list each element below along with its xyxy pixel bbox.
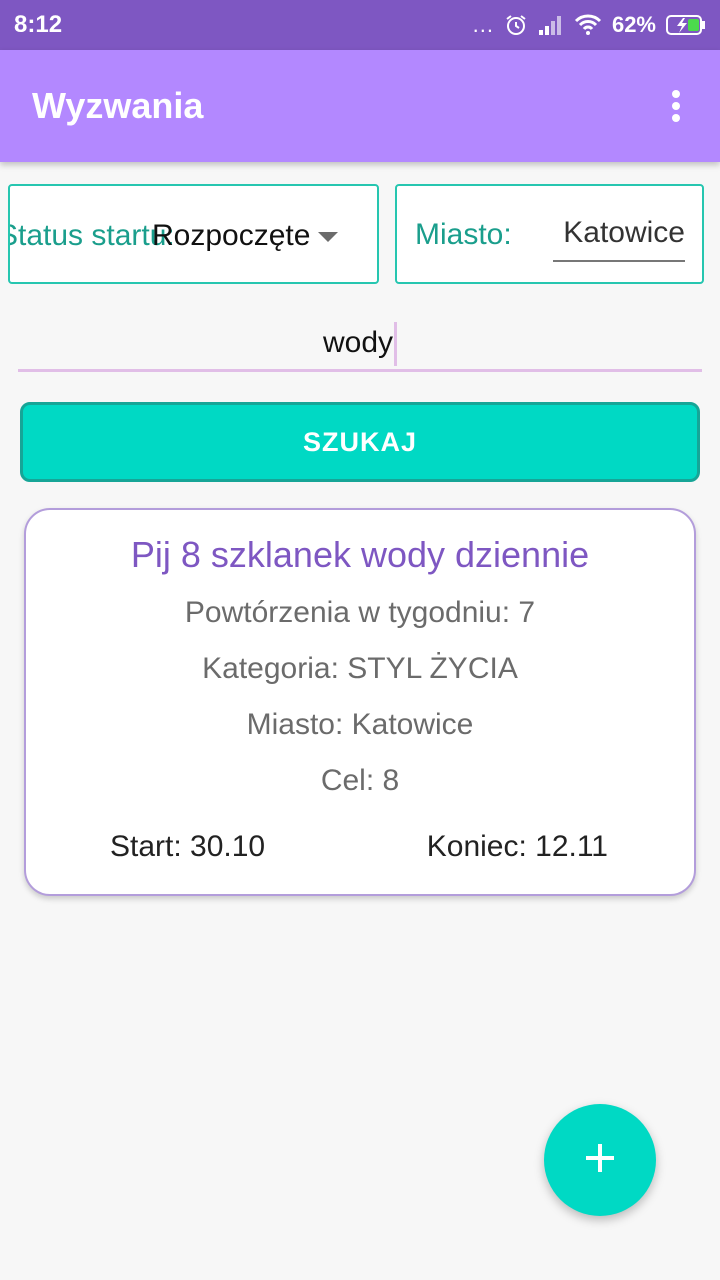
challenge-start-date: Start: 30.10 [110, 830, 266, 863]
dropdown-arrow-icon[interactable] [318, 232, 338, 242]
status-filter-spinner[interactable]: Status startu: Rozpoczęte [8, 184, 379, 284]
challenge-city: Miasto: Katowice [246, 708, 474, 741]
more-vert-icon[interactable] [664, 86, 688, 126]
search-button[interactable]: SZUKAJ [20, 402, 700, 482]
signal-icon [538, 14, 564, 36]
battery-charging-icon [666, 14, 706, 36]
city-filter: Miasto: Katowice [395, 184, 704, 284]
plus-icon [584, 1142, 616, 1179]
search-input[interactable]: wody [18, 318, 702, 372]
challenge-category: Kategoria: STYL ŻYCIA [202, 652, 518, 685]
notification-dots: ... [472, 12, 494, 37]
challenge-repeats: Powtórzenia w tygodniu: 7 [184, 596, 536, 629]
challenge-end-date: Koniec: 12.11 [426, 830, 608, 863]
wifi-icon [574, 14, 602, 36]
status-time: 8:12 [14, 11, 63, 38]
text-cursor [394, 322, 398, 367]
status-icons: ... 62% [473, 12, 706, 38]
city-input[interactable]: Katowice [553, 216, 685, 262]
city-filter-label: Miasto: [415, 218, 512, 251]
menu-dot [672, 90, 680, 98]
status-filter-label: Status startu: [8, 219, 175, 252]
menu-dot [672, 114, 680, 122]
add-challenge-button[interactable] [544, 1104, 656, 1216]
app-title: Wyzwania [32, 85, 204, 126]
menu-dot [672, 102, 680, 110]
alarm-icon [504, 13, 528, 37]
status-filter-value[interactable]: Rozpoczęte [152, 219, 310, 253]
status-bar: 8:12 ... 62% [0, 0, 720, 50]
challenge-title: Pij 8 szklanek wody dziennie [130, 534, 590, 575]
challenge-goal: Cel: 8 [320, 764, 400, 797]
battery-percent: 62% [611, 12, 656, 37]
app-bar: Wyzwania [0, 50, 720, 162]
challenge-card[interactable]: Pij 8 szklanek wody dziennie Powtórzenia… [24, 508, 696, 896]
search-input-value: wody [322, 326, 394, 359]
